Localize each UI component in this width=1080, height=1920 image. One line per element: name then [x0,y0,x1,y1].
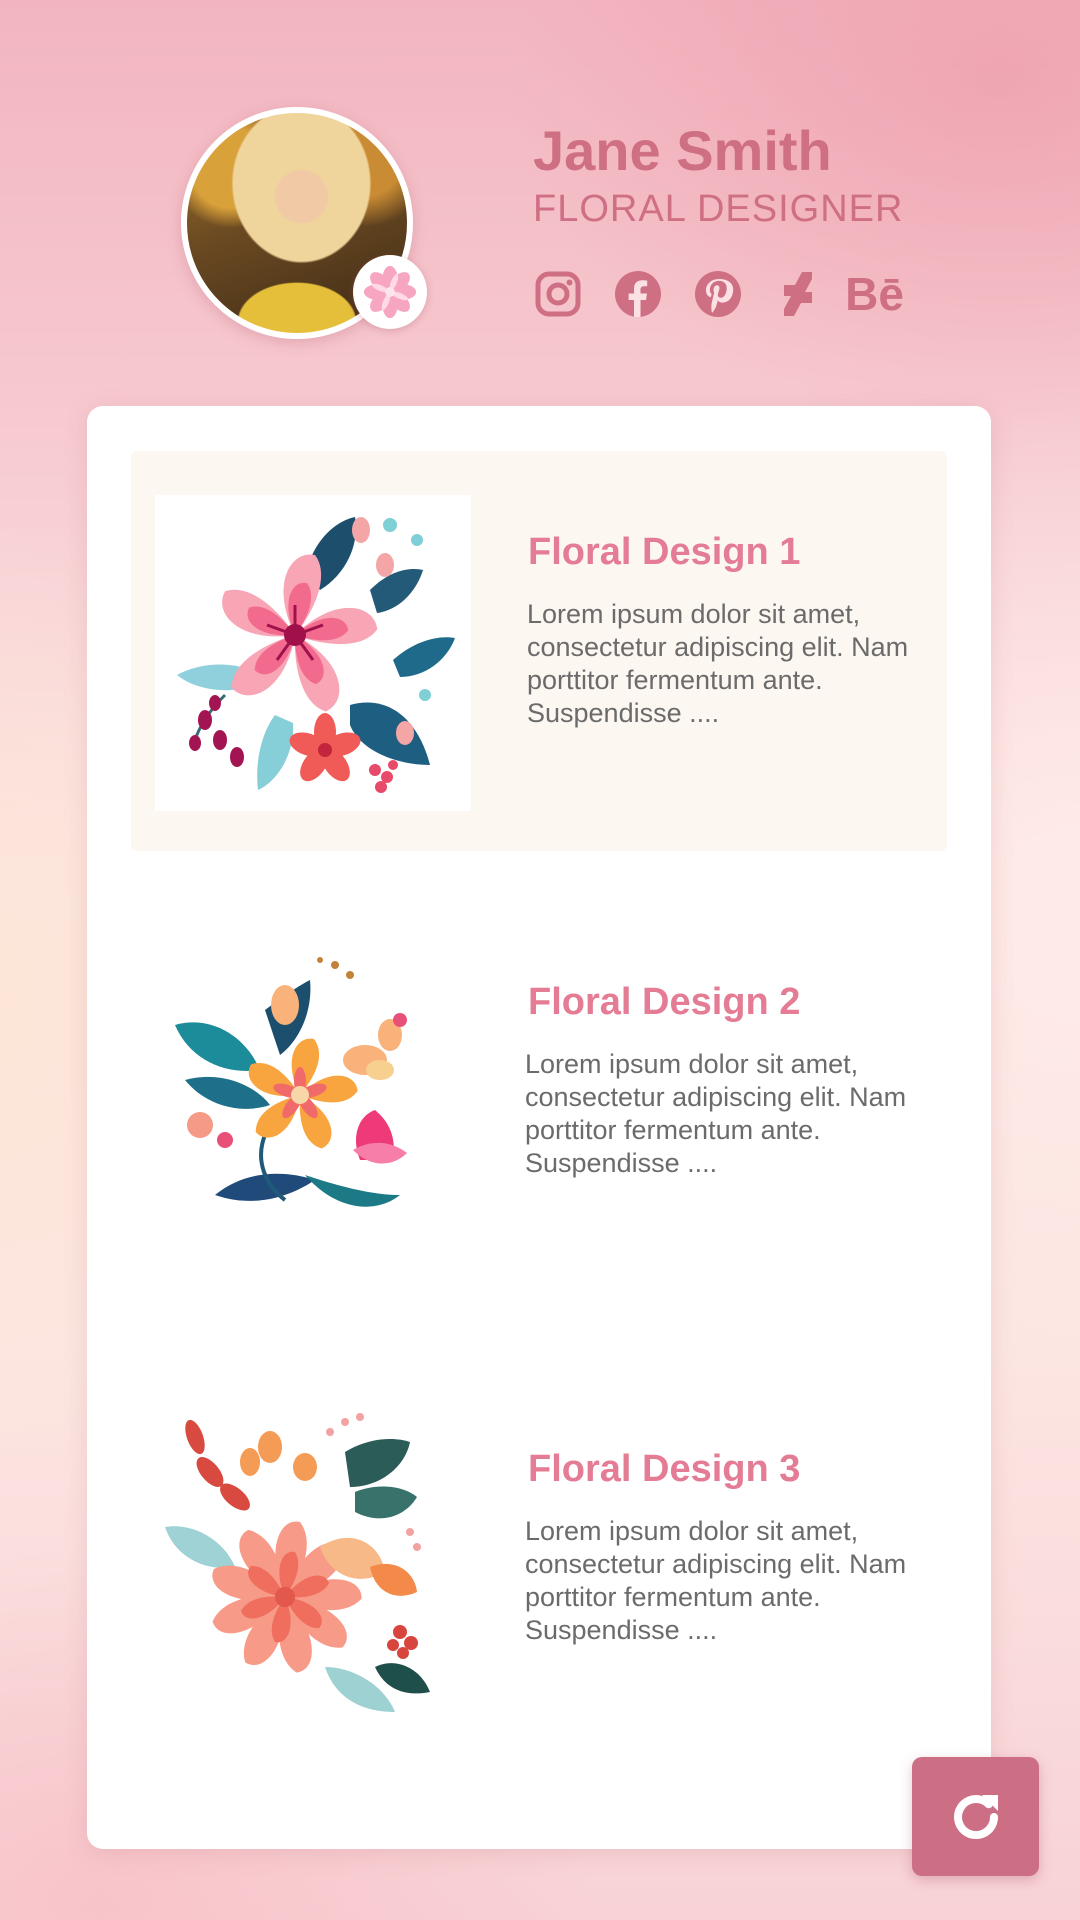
item-description: Lorem ipsum dolor sit amet, consectetur … [527,599,909,728]
item-title: Floral Design 1 [528,531,801,573]
behance-icon[interactable]: Bē [837,268,912,320]
deviantart-icon[interactable] [772,268,824,320]
social-links: Bē [532,268,912,320]
refresh-button[interactable] [912,1757,1039,1876]
floral-design-image[interactable] [155,1407,471,1723]
gallery-item[interactable]: Floral Design 2 Lorem ipsum dolor sit am… [131,901,947,1301]
gallery-item[interactable]: Floral Design 3 Lorem ipsum dolor sit am… [131,1363,947,1763]
item-description: Lorem ipsum dolor sit amet, consectetur … [525,1516,907,1645]
profile-role: FLORAL DESIGNER [533,188,904,230]
profile-name: Jane Smith [533,119,832,182]
facebook-icon[interactable] [612,268,664,320]
pinwheel-flower-icon [353,255,427,329]
floral-design-image[interactable] [155,945,471,1261]
item-title: Floral Design 3 [528,1448,801,1490]
item-title: Floral Design 2 [528,981,801,1023]
gallery-card: Floral Design 1 Lorem ipsum dolor sit am… [87,406,991,1849]
gallery-item[interactable]: Floral Design 1 Lorem ipsum dolor sit am… [131,451,947,851]
instagram-icon[interactable] [532,268,584,320]
floral-design-image[interactable] [155,495,471,811]
refresh-icon [953,1794,998,1839]
pinterest-icon[interactable] [692,268,744,320]
item-description: Lorem ipsum dolor sit amet, consectetur … [525,1049,907,1178]
avatar-container [181,107,427,339]
